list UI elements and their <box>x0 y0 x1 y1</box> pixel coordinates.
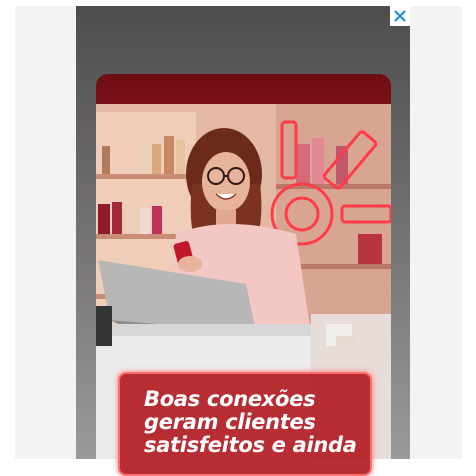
page-background-right <box>410 6 462 459</box>
headline-line-2: geram clientes <box>144 410 316 434</box>
headline-line-1: Boas conexões <box>144 387 316 411</box>
ad-headline[interactable]: Boas conexões geram clientes satisfeitos… <box>144 388 364 457</box>
page-background-left <box>15 6 76 459</box>
headline-line-3: satisfeitos e ainda <box>144 433 357 457</box>
close-x-icon <box>394 10 406 22</box>
close-ad-button[interactable] <box>390 6 410 26</box>
